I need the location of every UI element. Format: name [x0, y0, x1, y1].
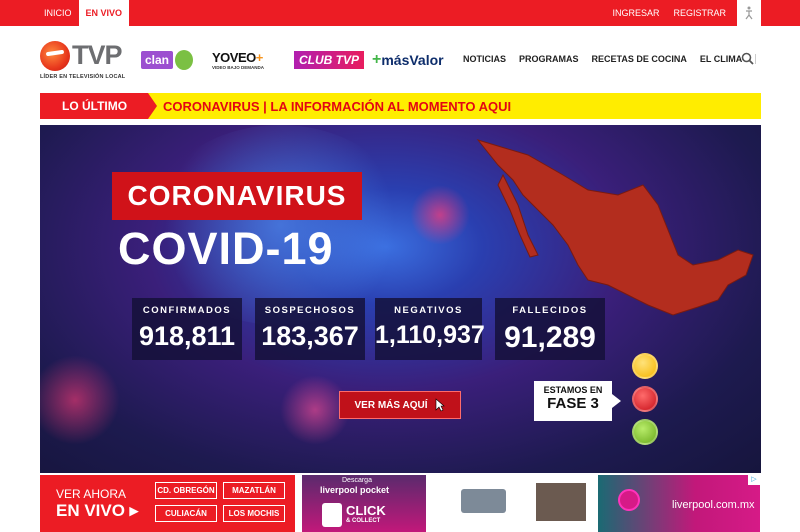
top-nav-right: INGRESAR REGISTRAR [605, 0, 761, 26]
club-tvp-brand-link[interactable]: CLUB TVP [294, 48, 364, 72]
ver-mas-label: VER MÁS AQUÍ [354, 399, 428, 411]
stat-label: SOSPECHOSOS [264, 305, 356, 316]
stat-value: 183,367 [261, 321, 359, 351]
breaking-news-ticker[interactable]: LO ÚLTIMO CORONAVIRUS | LA INFORMACIÓN A… [40, 93, 761, 119]
city-culiacan-button[interactable]: CULIACÁN [155, 505, 217, 522]
mas-valor-label: másValor [381, 52, 444, 68]
top-nav-left: INICIO EN VIVO [37, 0, 130, 26]
ticker-label: LO ÚLTIMO [40, 93, 157, 119]
accessibility-icon[interactable] [737, 0, 761, 26]
ingresar-link[interactable]: INGRESAR [605, 0, 666, 26]
bottom-row: VER AHORA EN VIVO ▸ CD. OBREGÓN MAZATLÁN… [40, 475, 761, 532]
stat-value: 1,110,937 [375, 321, 485, 349]
ad-liverpool-pocket[interactable]: Descarga liverpool pocket CLICK & COLLEC… [302, 475, 426, 532]
mas-valor-brand-link[interactable]: + másValor [372, 48, 444, 72]
clan-label: clan [141, 51, 174, 69]
yellow-light-icon [632, 353, 658, 379]
cursor-icon [436, 398, 446, 412]
nav-clima[interactable]: EL CLIMA [700, 54, 742, 64]
stat-label: FALLECIDOS [512, 305, 588, 316]
ad1-cta2-text: & COLLECT [346, 518, 381, 524]
stat-negativos: NEGATIVOS 1,110,937 [375, 298, 485, 360]
logo-tagline: LÍDER EN TELEVISIÓN LOCAL [40, 74, 126, 80]
stat-label: NEGATIVOS [394, 305, 463, 316]
fase-bottom-text: FASE 3 [547, 395, 599, 412]
covid-banner[interactable]: CORONAVIRUS COVID-19 CONFIRMADOS 918,811… [40, 125, 761, 473]
search-icon[interactable] [741, 52, 754, 70]
ornament-icon [618, 489, 640, 511]
club-tvp-label: CLUB TVP [294, 51, 364, 69]
nav-noticias[interactable]: NOTICIAS [463, 54, 506, 64]
stat-value: 91,289 [504, 321, 596, 354]
site-header: TVP LÍDER EN TELEVISIÓN LOCAL clan YOVEO… [0, 26, 800, 90]
coronavirus-heading: CORONAVIRUS [127, 180, 347, 211]
tvp-logo[interactable]: TVP [40, 40, 123, 71]
nav-recetas[interactable]: RECETAS DE COCINA [592, 54, 687, 64]
furniture-image [536, 483, 586, 521]
clan-mascot-icon [175, 50, 194, 70]
stat-sospechosos: SOSPECHOSOS 183,367 [255, 298, 365, 360]
ad1-brand-text: liverpool pocket [320, 485, 390, 495]
nav-programas[interactable]: PROGRAMAS [519, 54, 579, 64]
stat-confirmados: CONFIRMADOS 918,811 [132, 298, 242, 360]
coronavirus-heading-box: CORONAVIRUS [112, 172, 362, 220]
ad-products[interactable] [426, 475, 598, 532]
ad1-cta-text: CLICK [346, 503, 386, 518]
ad-liverpool[interactable]: liverpool.com.mx ▷ [598, 475, 760, 532]
mas-valor-plus: + [372, 51, 382, 68]
city-cd-obregon-button[interactable]: CD. OBREGÓN [155, 482, 217, 499]
tvp-logo-text: TVP [72, 40, 123, 70]
car-icon [322, 503, 342, 527]
stat-fallecidos: FALLECIDOS 91,289 [495, 298, 605, 360]
inicio-link[interactable]: INICIO [37, 0, 79, 26]
ticker-text[interactable]: CORONAVIRUS | LA INFORMACIÓN AL MOMENTO … [163, 99, 511, 114]
main-nav: NOTICIAS PROGRAMAS RECETAS DE COCINA EL … [463, 52, 766, 66]
red-light-icon [632, 386, 658, 412]
yoveo-subtitle: VIDEO BAJO DEMANDA [212, 65, 265, 70]
city-los-mochis-button[interactable]: LOS MOCHIS [223, 505, 285, 522]
clan-brand-link[interactable]: clan [141, 48, 199, 72]
ad1-top-text: Descarga [342, 477, 372, 484]
fase-top-text: ESTAMOS EN [543, 385, 603, 395]
tvp-logo-icon [40, 40, 70, 71]
covid-19-heading: COVID-19 [118, 223, 334, 274]
stat-label: CONFIRMADOS [142, 305, 232, 316]
green-light-icon [632, 419, 658, 445]
live-line2: EN VIVO ▸ [56, 501, 139, 520]
stat-value: 918,811 [138, 321, 236, 351]
fase-indicator: ESTAMOS EN FASE 3 [534, 381, 621, 421]
ad3-brand-text: liverpool.com.mx [672, 499, 755, 511]
adchoices-icon[interactable]: ▷ [748, 475, 760, 485]
bedding-image [461, 489, 506, 513]
yoveo-brand-link[interactable]: YOVEO+ VIDEO BAJO DEMANDA [212, 48, 264, 72]
city-mazatlan-button[interactable]: MAZATLÁN [223, 482, 285, 499]
registrar-link[interactable]: REGISTRAR [666, 0, 733, 26]
nav-divider [755, 54, 757, 64]
ver-mas-button[interactable]: VER MÁS AQUÍ [339, 391, 461, 419]
top-bar: INICIO EN VIVO INGRESAR REGISTRAR [0, 0, 800, 26]
en-vivo-link[interactable]: EN VIVO [78, 0, 130, 26]
live-line1: VER AHORA [56, 487, 127, 501]
yoveo-label: YOVEO+ [212, 50, 263, 65]
live-widget[interactable]: VER AHORA EN VIVO ▸ CD. OBREGÓN MAZATLÁN… [40, 475, 295, 532]
